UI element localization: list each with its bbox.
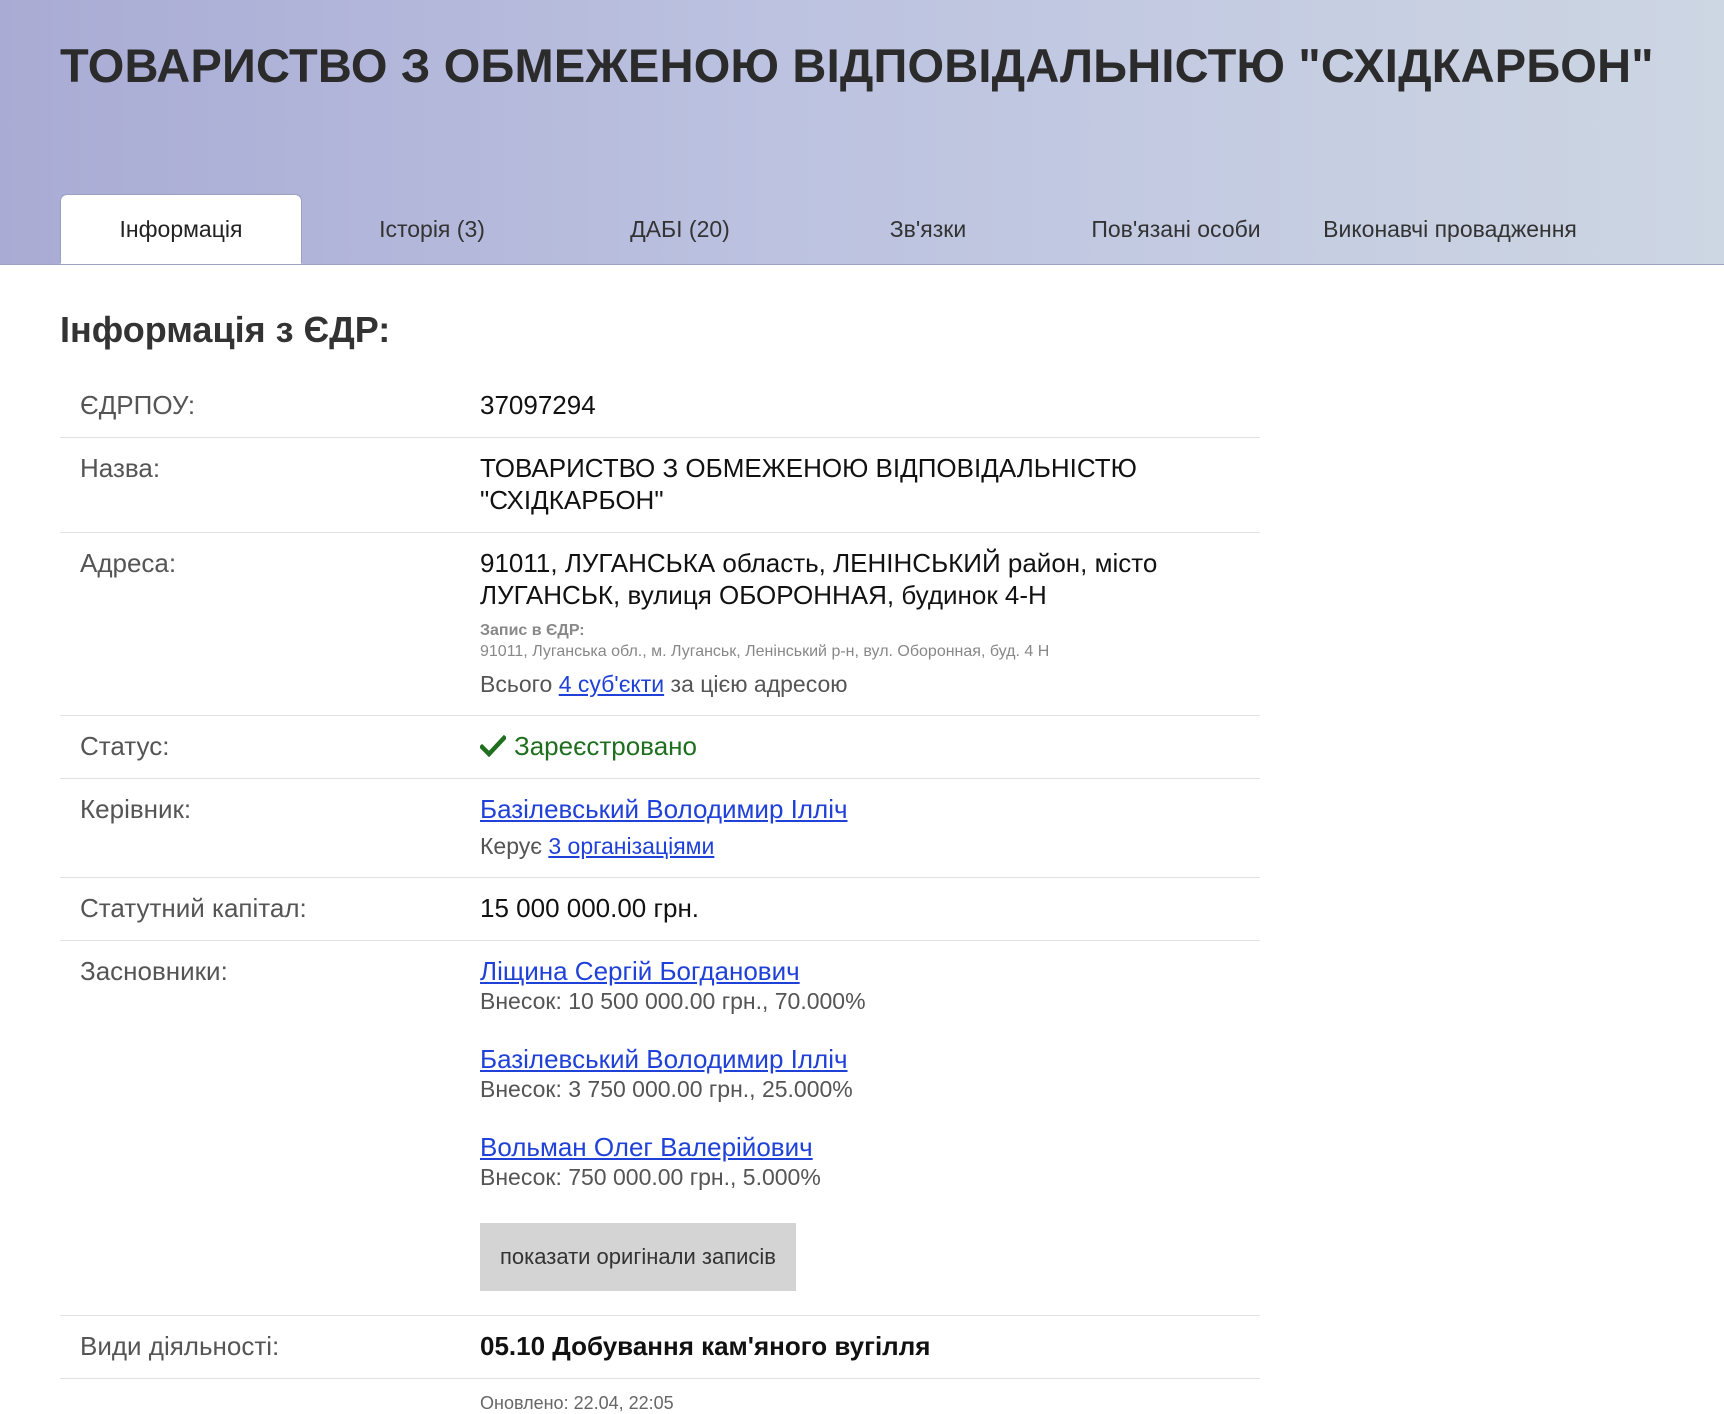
- edrpou-value: 37097294: [480, 375, 1260, 438]
- status-badge: Зареєстровано: [480, 730, 1260, 762]
- check-icon: [480, 735, 506, 757]
- founders-label: Засновники:: [60, 940, 480, 1316]
- address-total-prefix: Всього: [480, 671, 553, 697]
- tab-bar: Інформація Історія (3) ДАБІ (20) Зв'язки…: [60, 194, 1600, 265]
- tab-dabi[interactable]: ДАБІ (20): [556, 194, 804, 264]
- tab-information[interactable]: Інформація: [60, 194, 302, 264]
- row-status: Статус: Зареєстровано: [60, 715, 1260, 779]
- edrpou-label: ЄДРПОУ:: [60, 375, 480, 438]
- updated-timestamp: Оновлено: 22.04, 22:05: [480, 1393, 674, 1413]
- founder-link[interactable]: Вольман Олег Валерійович: [480, 1132, 813, 1162]
- tab-history[interactable]: Історія (3): [308, 194, 556, 264]
- founder-share: Внесок: 3 750 000.00 грн., 25.000%: [480, 1076, 853, 1102]
- page-header: ТОВАРИСТВО З ОБМЕЖЕНОЮ ВІДПОВІДАЛЬНІСТЮ …: [0, 0, 1724, 265]
- founders-cell: Ліщина Сергій Богданович Внесок: 10 500 …: [480, 940, 1260, 1316]
- activities-value: 05.10 Добування кам'яного вугілля: [480, 1315, 1260, 1379]
- activities-label: Види діяльності:: [60, 1315, 480, 1379]
- status-label: Статус:: [60, 715, 480, 779]
- address-value: 91011, ЛУГАНСЬКА область, ЛЕНІНСЬКИЙ рай…: [480, 548, 1158, 610]
- name-label: Назва:: [60, 437, 480, 533]
- address-record-value: 91011, Луганська обл., м. Луганськ, Лені…: [480, 643, 1050, 660]
- address-subjects-link[interactable]: 4 суб'єкти: [559, 671, 664, 697]
- tab-related-persons[interactable]: Пов'язані особи: [1052, 194, 1300, 264]
- address-record-label: Запис в ЄДР:: [480, 622, 585, 639]
- tab-connections[interactable]: Зв'язки: [804, 194, 1052, 264]
- founder-share: Внесок: 10 500 000.00 грн., 70.000%: [480, 988, 866, 1014]
- status-value: Зареєстровано: [514, 731, 697, 761]
- director-label: Керівник:: [60, 778, 480, 878]
- status-cell: Зареєстровано: [480, 715, 1260, 779]
- founder-link[interactable]: Базілевський Володимир Ілліч: [480, 1044, 848, 1074]
- row-founders: Засновники: Ліщина Сергій Богданович Вне…: [60, 940, 1260, 1316]
- row-address: Адреса: 91011, ЛУГАНСЬКА область, ЛЕНІНС…: [60, 532, 1260, 716]
- row-name: Назва: ТОВАРИСТВО З ОБМЕЖЕНОЮ ВІДПОВІДАЛ…: [60, 437, 1260, 533]
- capital-value: 15 000 000.00 грн.: [480, 877, 1260, 941]
- director-manages: Керує 3 організаціями: [480, 831, 1260, 861]
- address-cell: 91011, ЛУГАНСЬКА область, ЛЕНІНСЬКИЙ рай…: [480, 532, 1260, 716]
- name-value: ТОВАРИСТВО З ОБМЕЖЕНОЮ ВІДПОВІДАЛЬНІСТЮ …: [480, 437, 1260, 533]
- row-edrpou: ЄДРПОУ: 37097294: [60, 375, 1260, 438]
- director-organizations-link[interactable]: 3 організаціями: [548, 833, 714, 859]
- address-label: Адреса:: [60, 532, 480, 716]
- row-activities: Види діяльності: 05.10 Добування кам'яно…: [60, 1315, 1260, 1379]
- founder-item: Вольман Олег Валерійович Внесок: 750 000…: [480, 1131, 1260, 1191]
- capital-label: Статутний капітал:: [60, 877, 480, 941]
- company-title: ТОВАРИСТВО З ОБМЕЖЕНОЮ ВІДПОВІДАЛЬНІСТЮ …: [60, 39, 1654, 92]
- info-table: ЄДРПОУ: 37097294 Назва: ТОВАРИСТВО З ОБМ…: [60, 375, 1260, 1379]
- address-total: Всього 4 суб'єкти за цією адресою: [480, 669, 1260, 699]
- director-manages-prefix: Керує: [480, 833, 542, 859]
- director-cell: Базілевський Володимир Ілліч Керує 3 орг…: [480, 778, 1260, 878]
- section-title: Інформація з ЄДР:: [60, 309, 391, 350]
- address-total-suffix: за цією адресою: [670, 671, 848, 697]
- founder-item: Базілевський Володимир Ілліч Внесок: 3 7…: [480, 1043, 1260, 1103]
- row-capital: Статутний капітал: 15 000 000.00 грн.: [60, 877, 1260, 941]
- tab-enforcement-proceedings[interactable]: Виконавчі провадження: [1300, 194, 1600, 264]
- show-original-records-button[interactable]: показати оригінали записів: [480, 1223, 796, 1291]
- main-content: Інформація з ЄДР: ЄДРПОУ: 37097294 Назва…: [60, 265, 1260, 1414]
- founder-link[interactable]: Ліщина Сергій Богданович: [480, 956, 800, 986]
- row-director: Керівник: Базілевський Володимир Ілліч К…: [60, 778, 1260, 878]
- founder-item: Ліщина Сергій Богданович Внесок: 10 500 …: [480, 955, 1260, 1015]
- founder-share: Внесок: 750 000.00 грн., 5.000%: [480, 1164, 821, 1190]
- director-link[interactable]: Базілевський Володимир Ілліч: [480, 794, 848, 824]
